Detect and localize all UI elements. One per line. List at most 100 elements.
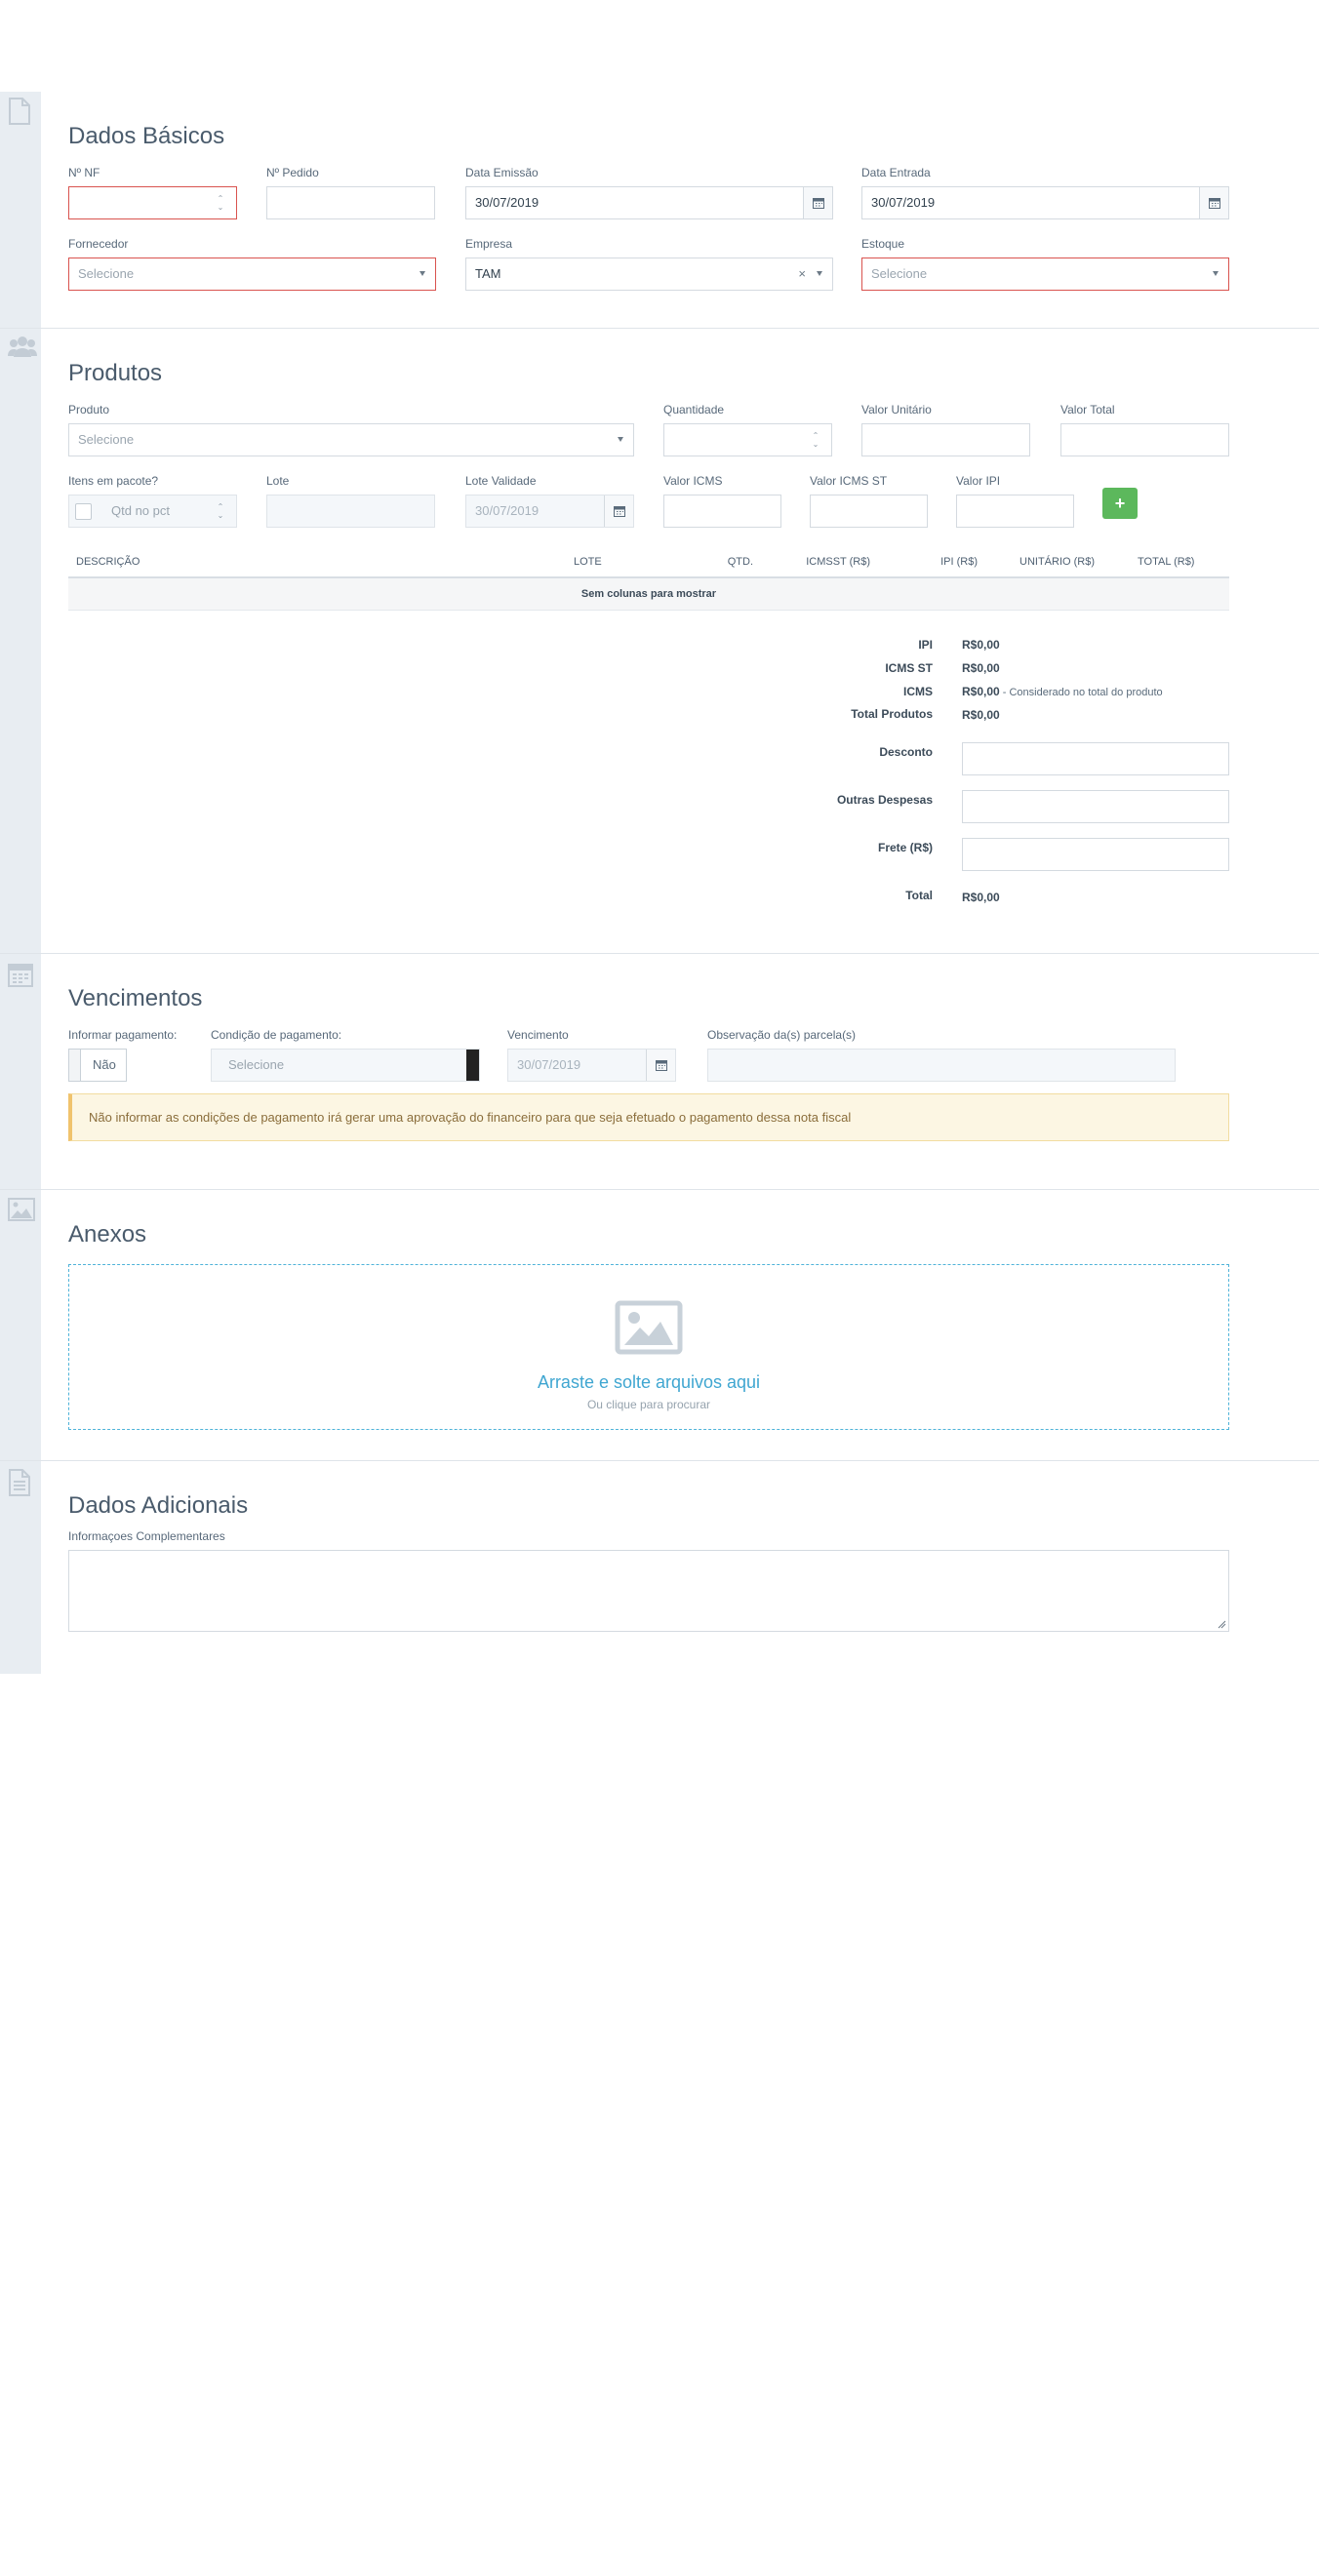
produto-select[interactable]: Selecione [68,423,634,456]
chevron-down-icon [817,271,822,276]
emissao-date-input[interactable]: 30/07/2019 [465,186,833,219]
informar-pagamento-toggle[interactable]: Não [68,1049,127,1082]
calendar-icon[interactable] [646,1050,675,1081]
calendar-icon[interactable] [803,187,832,218]
valor-icms-st-label: Valor ICMS ST [810,474,888,488]
frete-input[interactable] [962,838,1229,871]
col-ipi[interactable]: IPI (R$) [878,547,985,578]
estoque-select[interactable]: Selecione [861,258,1229,291]
stepper-icon[interactable]: ⌃ ⌄ [217,194,224,212]
quantidade-input[interactable]: ⌃ ⌄ [663,423,832,456]
col-unitario[interactable]: UNITÁRIO (R$) [985,547,1102,578]
valor-icms-label: Valor ICMS [663,474,723,488]
info-complementares-textarea[interactable] [68,1550,1229,1632]
icms-total-value: R$0,00 [962,685,1000,698]
section-anexos: Anexos Arraste e solte arquivos aqui Ou … [0,1190,1319,1461]
clear-icon[interactable]: × [798,266,806,281]
chevron-down-icon [1213,271,1219,276]
total-produtos-label: Total Produtos [851,707,933,721]
ipi-total-label: IPI [918,638,933,652]
quantidade-label: Quantidade [663,403,725,416]
image-icon [8,1198,35,1225]
outras-despesas-input[interactable] [962,790,1229,823]
file-dropzone[interactable]: Arraste e solte arquivos aqui Ou clique … [68,1264,1229,1430]
outras-despesas-label: Outras Despesas [836,793,933,807]
stepper-icon[interactable]: ⌃ ⌄ [812,431,819,449]
valor-icms-st-input[interactable] [810,495,928,528]
lote-validade-label: Lote Validade [465,474,537,488]
nf-input[interactable]: ⌃ ⌄ [68,186,237,219]
dropzone-title[interactable]: Arraste e solte arquivos aqui [69,1372,1228,1393]
col-icmsst[interactable]: ICMSST (R$) [761,547,878,578]
fornecedor-label: Fornecedor [68,237,129,251]
calendar-icon[interactable] [1199,187,1228,218]
file-text-icon [8,1469,35,1496]
pedido-input[interactable] [266,186,435,219]
valor-unitario-input[interactable] [861,423,1030,456]
observacao-input[interactable] [707,1049,1176,1082]
total-produtos-value: R$0,00 [962,708,1000,722]
chevron-down-icon [420,271,425,276]
users-icon [8,335,37,362]
itens-pacote-label: Itens em pacote? [68,474,159,488]
valor-total-label: Valor Total [1060,403,1115,416]
info-complementares-label: Informaçoes Complementares [68,1529,225,1543]
section-dados-adicionais: Dados Adicionais Informaçoes Complementa… [0,1461,1319,1674]
resize-handle-icon[interactable] [1218,1620,1226,1629]
lote-input[interactable] [266,495,435,528]
form-page: Dados Básicos Nº NF ⌃ ⌄ Nº Pedido Data Em… [0,92,1319,1674]
valor-total-input[interactable] [1060,423,1229,456]
empty-message: Sem colunas para mostrar [68,577,1229,611]
section-produtos: Produtos Produto Selecione Quantidade ⌃ ⌄ [0,329,1319,954]
chevron-down-icon [466,1050,479,1081]
toggle-knob[interactable] [69,1050,81,1081]
icms-total-row: R$0,00 - Considerado no total do produto [962,685,1163,698]
valor-ipi-label: Valor IPI [956,474,1001,488]
products-table: DESCRIÇÃO LOTE QTD. ICMSST (R$) IPI (R$)… [68,547,1229,611]
valor-ipi-input[interactable] [956,495,1074,528]
valor-icms-input[interactable] [663,495,781,528]
estoque-label: Estoque [861,237,905,251]
valor-unitario-label: Valor Unitário [861,403,932,416]
stepper-icon[interactable]: ⌃ ⌄ [217,502,224,520]
table-header-row: DESCRIÇÃO LOTE QTD. ICMSST (R$) IPI (R$)… [68,547,1229,578]
col-descricao[interactable]: DESCRIÇÃO [68,547,566,578]
produto-label: Produto [68,403,110,416]
total-label: Total [905,889,933,902]
entrada-label: Data Entrada [861,166,931,179]
condicao-select[interactable]: Selecione [211,1049,480,1082]
dropzone-subtitle[interactable]: Ou clique para procurar [69,1398,1228,1411]
emissao-label: Data Emissão [465,166,539,179]
condicao-label: Condição de pagamento: [211,1028,342,1042]
vencimento-label: Vencimento [507,1028,569,1042]
desconto-input[interactable] [962,742,1229,775]
fornecedor-select[interactable]: Selecione [68,258,436,291]
col-total[interactable]: TOTAL (R$) [1102,547,1229,578]
total-value: R$0,00 [962,891,1000,904]
calendar-icon[interactable] [604,495,633,527]
document-icon [8,98,35,125]
section-title: Anexos [68,1221,147,1248]
empresa-label: Empresa [465,237,513,251]
icms-total-note: - Considerado no total do produto [999,687,1163,698]
col-lote[interactable]: LOTE [566,547,683,578]
image-placeholder-icon [615,1300,683,1358]
icms-st-total-label: ICMS ST [885,661,933,675]
section-title: Dados Básicos [68,123,225,149]
pedido-label: Nº Pedido [266,166,319,179]
section-vencimentos: Vencimentos Informar pagamento: Não Cond… [0,954,1319,1190]
section-dados-basicos: Dados Básicos Nº NF ⌃ ⌄ Nº Pedido Data Em… [0,92,1319,329]
qtd-pct-input[interactable]: Qtd no pct ⌃ ⌄ [68,495,237,528]
lote-validade-input[interactable]: 30/07/2019 [465,495,634,528]
chevron-down-icon [618,437,623,442]
col-qtd[interactable]: QTD. [683,547,761,578]
vencimento-date-input[interactable]: 30/07/2019 [507,1049,676,1082]
entrada-date-input[interactable]: 30/07/2019 [861,186,1229,219]
section-title: Vencimentos [68,985,203,1011]
add-product-button[interactable]: + [1102,488,1138,519]
nf-label: Nº NF [68,166,100,179]
empresa-select[interactable]: TAM × [465,258,833,291]
itens-pacote-checkbox[interactable] [75,503,92,520]
icms-st-total-value: R$0,00 [962,661,1000,675]
calendar-section-icon [8,962,35,989]
